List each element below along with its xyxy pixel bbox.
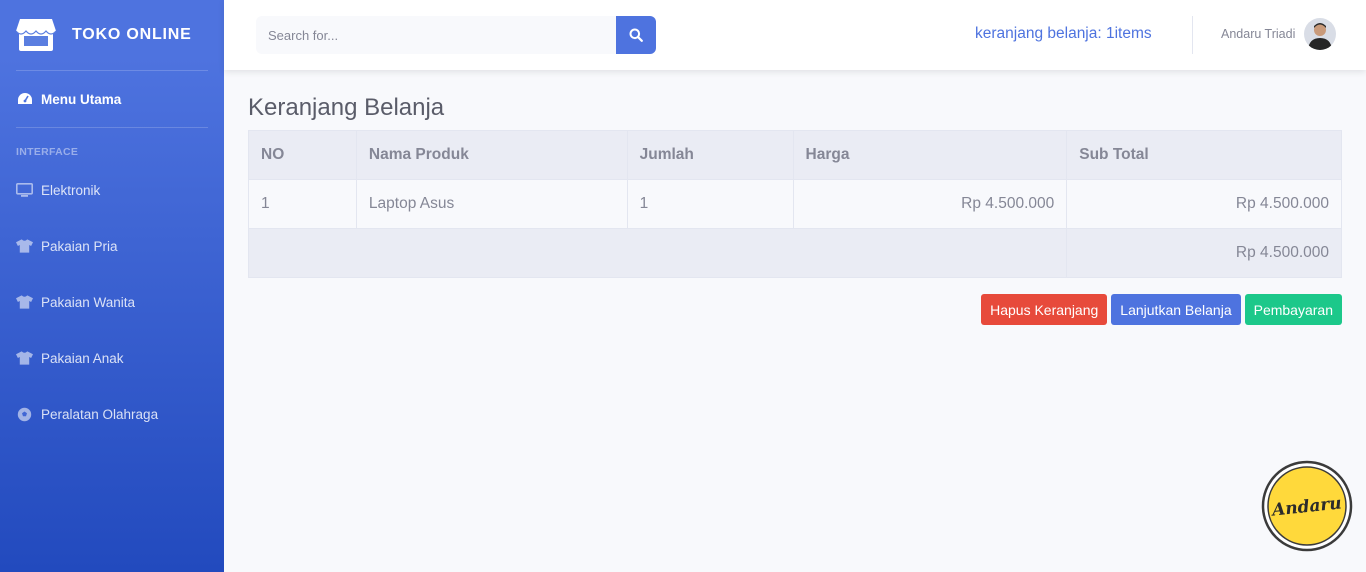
watermark-logo: Andaru (1261, 460, 1353, 552)
tshirt-icon (16, 294, 33, 311)
user-name: Andaru Triadi (1221, 27, 1296, 41)
sidebar-item-label: Pakaian Pria (41, 238, 118, 254)
main-content: Keranjang Belanja NO Nama Produk Jumlah … (247, 94, 1342, 325)
cell-subtotal: Rp 4.500.000 (1066, 179, 1342, 229)
desktop-icon (16, 182, 33, 199)
tshirt-icon (16, 350, 33, 367)
sidebar-item-label: Menu Utama (41, 91, 122, 107)
avatar (1304, 18, 1337, 50)
sidebar: TOKO ONLINE Menu Utama INTERFACE Elektro… (0, 0, 224, 572)
checkout-button[interactable]: Pembayaran (1244, 294, 1342, 325)
total-row: Rp 4.500.000 (247, 228, 1342, 278)
cell-product: Laptop Asus (355, 179, 628, 229)
sidebar-item-label: Pakaian Anak (41, 350, 124, 366)
brand-name: TOKO ONLINE (72, 26, 192, 43)
sidebar-brand[interactable]: TOKO ONLINE (0, 0, 224, 70)
column-header: Nama Produk (355, 130, 628, 180)
sidebar-item-label: Peralatan Olahraga (41, 406, 159, 422)
sidebar-item-label: Pakaian Wanita (41, 294, 136, 310)
football-icon (16, 406, 33, 423)
user-menu[interactable]: Andaru Triadi (1221, 18, 1337, 50)
cell-total: Rp 4.500.000 (1066, 228, 1342, 278)
sidebar-item-label: Elektronik (41, 182, 101, 198)
cell-qty: 1 (626, 179, 794, 229)
sidebar-item-menu-utama[interactable]: Menu Utama (0, 71, 224, 127)
sidebar-item-peralatan-olahraga[interactable]: Peralatan Olahraga (0, 386, 224, 442)
table-row: 1 Laptop Asus 1 Rp 4.500.000 Rp 4.500.00… (248, 179, 1342, 229)
cart-link[interactable]: keranjang belanja: 1items (975, 25, 1152, 43)
continue-shopping-button[interactable]: Lanjutkan Belanja (1111, 294, 1241, 325)
sidebar-item-elektronik[interactable]: Elektronik (0, 162, 224, 218)
total-spacer (247, 228, 1068, 278)
sidebar-heading: INTERFACE (16, 146, 79, 158)
tachometer-icon (16, 91, 33, 108)
cell-price: Rp 4.500.000 (792, 179, 1068, 229)
cart-actions: Hapus Keranjang Lanjutkan Belanja Pembay… (248, 294, 1342, 325)
search-input[interactable] (256, 16, 616, 54)
column-header: Jumlah (626, 130, 794, 180)
store-icon (16, 19, 56, 51)
topbar: keranjang belanja: 1items Andaru Triadi (224, 0, 1366, 70)
sidebar-item-pakaian-anak[interactable]: Pakaian Anak (0, 330, 224, 386)
cart-table: NO Nama Produk Jumlah Harga Sub Total 1 … (247, 130, 1342, 278)
tshirt-icon (16, 238, 33, 255)
column-header: Harga (792, 130, 1068, 180)
topbar-divider (1192, 16, 1193, 54)
clear-cart-button[interactable]: Hapus Keranjang (981, 294, 1108, 325)
search-icon (629, 28, 643, 42)
search-group (256, 16, 656, 54)
column-header: NO (248, 130, 357, 180)
table-header-row: NO Nama Produk Jumlah Harga Sub Total (248, 130, 1342, 180)
column-header: Sub Total (1066, 130, 1342, 180)
cell-no: 1 (248, 179, 357, 229)
sidebar-item-pakaian-pria[interactable]: Pakaian Pria (0, 218, 224, 274)
sidebar-item-pakaian-wanita[interactable]: Pakaian Wanita (0, 274, 224, 330)
search-button[interactable] (616, 16, 656, 54)
page-title: Keranjang Belanja (248, 94, 445, 121)
